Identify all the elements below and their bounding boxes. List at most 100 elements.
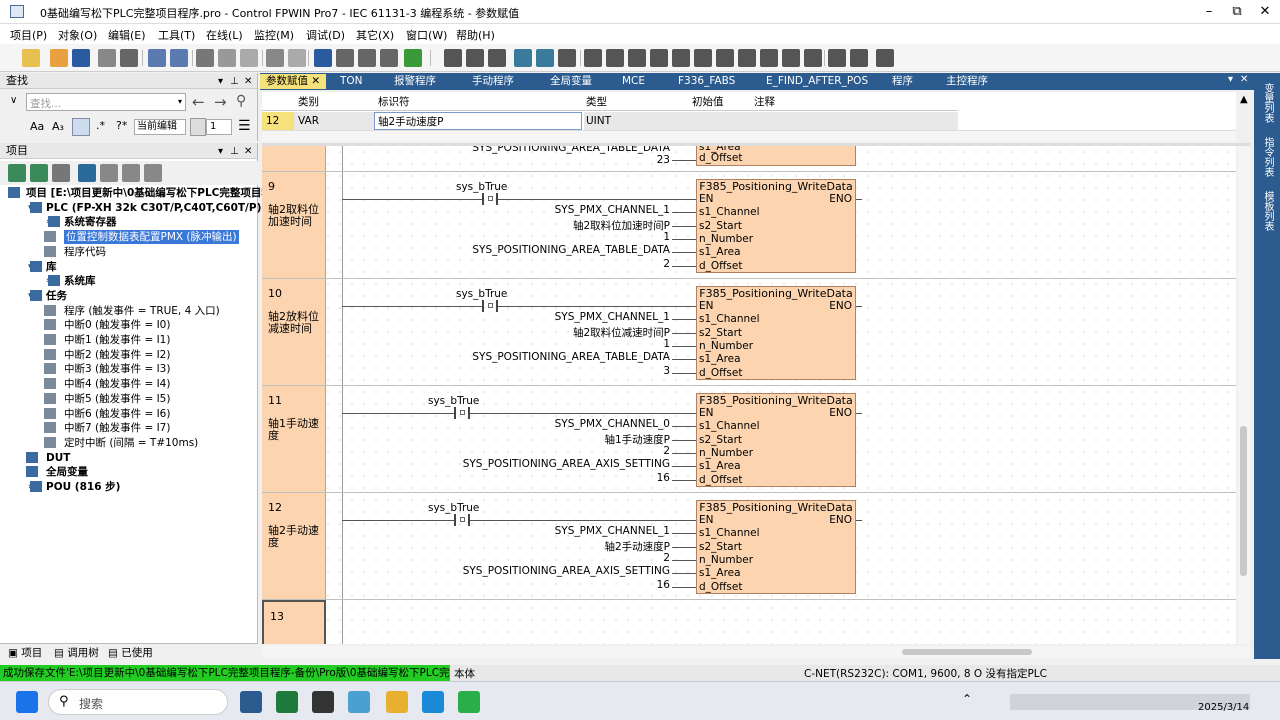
arrow-left-icon[interactable]: ←: [192, 93, 205, 111]
online-icon[interactable]: [404, 49, 422, 67]
scope-select[interactable]: 当前编辑: [134, 119, 186, 135]
set-coil-icon[interactable]: [694, 49, 712, 67]
fpwin-app-icon[interactable]: [240, 691, 262, 713]
menu-edit[interactable]: 编辑(E): [108, 27, 146, 43]
function-block[interactable]: F385_Positioning_WriteData EN s1_Channel s2…: [696, 286, 856, 380]
new-file-icon[interactable]: [22, 49, 40, 67]
wildcard-icon[interactable]: ?*: [116, 119, 127, 132]
menu-other[interactable]: 其它(X): [356, 27, 394, 43]
coil-icon[interactable]: [466, 49, 484, 67]
pin-icon[interactable]: ⊥: [230, 74, 239, 89]
contact-symbol[interactable]: [454, 514, 470, 526]
tab-parameter-assignment[interactable]: 参数赋值 ✕: [260, 74, 327, 89]
tab-used[interactable]: ▤ 已使用: [108, 645, 153, 660]
contact-icon[interactable]: [444, 49, 462, 67]
reset-coil-icon[interactable]: [716, 49, 734, 67]
editor-hscroll[interactable]: [262, 646, 1250, 658]
cell-initial-value[interactable]: [688, 112, 750, 130]
function-block[interactable]: s1_Area d_Offset: [696, 146, 856, 166]
taskbar-search[interactable]: ⚲ 搜索: [48, 689, 228, 715]
menu-tools[interactable]: 工具(T): [158, 27, 195, 43]
tree-item[interactable]: 定时中断 (间隔 = T#10ms): [0, 436, 258, 450]
comment-icon[interactable]: [804, 49, 822, 67]
tree-item[interactable]: 中断1 (触发事件 = I1): [0, 333, 258, 347]
tab-alarm[interactable]: 报警程序: [388, 74, 442, 89]
check-icon[interactable]: [314, 49, 332, 67]
force-icon[interactable]: [850, 49, 868, 67]
cell-comment[interactable]: [750, 112, 958, 130]
hscroll-thumb[interactable]: [902, 649, 1032, 655]
line-icon[interactable]: [488, 49, 506, 67]
monitor-icon[interactable]: [828, 49, 846, 67]
tab-program[interactable]: 程序: [886, 74, 919, 89]
pin-icon[interactable]: ⊥: [230, 144, 239, 159]
horizontal-line-icon[interactable]: [606, 49, 624, 67]
function-block-icon[interactable]: [738, 49, 756, 67]
contact-symbol[interactable]: [482, 300, 498, 312]
undo-icon[interactable]: [266, 49, 284, 67]
tree-item[interactable]: 中断6 (触发事件 = I6): [0, 407, 258, 421]
redo-icon[interactable]: [288, 49, 306, 67]
find-input[interactable]: 查找... ▾: [26, 93, 186, 111]
tab-mce[interactable]: MCE: [616, 74, 651, 89]
tree-item[interactable]: DUT: [0, 451, 258, 465]
tab-variable-list[interactable]: 变量列表: [1260, 83, 1275, 123]
whole-word-icon[interactable]: A₃: [52, 120, 64, 133]
tab-main-control[interactable]: 主控程序: [940, 74, 994, 89]
dropdown-arrow-icon[interactable]: ▾: [178, 97, 182, 106]
print-icon[interactable]: [120, 49, 138, 67]
network-delete-icon[interactable]: [536, 49, 554, 67]
collapse-icon[interactable]: [100, 164, 118, 182]
download-icon[interactable]: [380, 49, 398, 67]
tab-instruction-list[interactable]: 指令列表: [1260, 137, 1275, 177]
tree-item[interactable]: 中断2 (触发事件 = I2): [0, 348, 258, 362]
cell-type[interactable]: UINT: [584, 112, 688, 130]
match-case-icon[interactable]: Aa: [30, 120, 44, 133]
expand-icon[interactable]: [122, 164, 140, 182]
tree-item[interactable]: ›POU (816 步): [0, 480, 258, 494]
properties-icon[interactable]: [78, 164, 96, 182]
add-pou-icon[interactable]: [30, 164, 48, 182]
save-icon[interactable]: [72, 49, 90, 67]
menu-project[interactable]: 项目(P): [10, 27, 47, 43]
tab-call-tree[interactable]: ▤ 调用树: [54, 645, 99, 660]
ladder-network[interactable]: 13: [262, 600, 1236, 644]
vscroll-thumb[interactable]: [1240, 426, 1247, 576]
excel-icon[interactable]: [276, 691, 298, 713]
function-block[interactable]: F385_Positioning_WriteData EN s1_Channel s2…: [696, 393, 856, 487]
rebuild-icon[interactable]: [358, 49, 376, 67]
pen-icon[interactable]: [584, 49, 602, 67]
row-number[interactable]: 12: [262, 112, 294, 130]
chevron-down-icon[interactable]: ∨: [10, 95, 17, 106]
tab-ton[interactable]: TON: [334, 74, 369, 89]
cell-class[interactable]: VAR: [294, 112, 374, 130]
tree-item[interactable]: 中断3 (触发事件 = I3): [0, 362, 258, 376]
ladder-editor[interactable]: s1_Area d_Offset SYS_POSITIONING_AREA_TABL…: [262, 146, 1236, 644]
filter-icon[interactable]: [72, 118, 90, 136]
nc-contact-icon[interactable]: [650, 49, 668, 67]
jump-icon[interactable]: [760, 49, 778, 67]
tree-item[interactable]: 中断0 (触发事件 = I0): [0, 318, 258, 332]
doc-close-icon[interactable]: ✕: [1240, 74, 1248, 85]
count-spinner[interactable]: 1: [206, 119, 232, 135]
ladder-network[interactable]: 12 轴2手动速度 sys_bTrue F385_Positioning_WriteD…: [262, 493, 1236, 600]
print-preview-icon[interactable]: [98, 49, 116, 67]
tree-item[interactable]: 位置控制数据表配置PMX (脉冲输出): [0, 230, 258, 245]
tab-close-icon[interactable]: ✕: [311, 75, 320, 87]
cut-icon[interactable]: [196, 49, 214, 67]
return-icon[interactable]: [782, 49, 800, 67]
tab-f336[interactable]: F336_FABS: [672, 74, 741, 89]
windows-start-icon[interactable]: [16, 691, 38, 713]
tree-item[interactable]: ▾PLC (FP-XH 32k C30T/P,C40T,C60T/P): [0, 201, 261, 215]
menu-help[interactable]: 帮助(H): [456, 27, 495, 43]
sort-icon[interactable]: [144, 164, 162, 182]
settings-icon[interactable]: [876, 49, 894, 67]
function-block[interactable]: F385_Positioning_WriteData EN s1_Channel s2…: [696, 179, 856, 273]
ladder-network[interactable]: 11 轴1手动速度 sys_bTrue F385_Positioning_WriteD…: [262, 386, 1236, 493]
wechat-icon[interactable]: [458, 691, 480, 713]
function-block[interactable]: F385_Positioning_WriteData EN s1_Channel s2…: [696, 500, 856, 594]
tree-item[interactable]: 程序 (触发事件 = TRUE, 4 入口): [0, 304, 258, 318]
variable-table-hscroll[interactable]: [262, 130, 1236, 142]
scroll-up-icon[interactable]: ▲: [1240, 94, 1248, 105]
no-contact-icon[interactable]: [628, 49, 646, 67]
